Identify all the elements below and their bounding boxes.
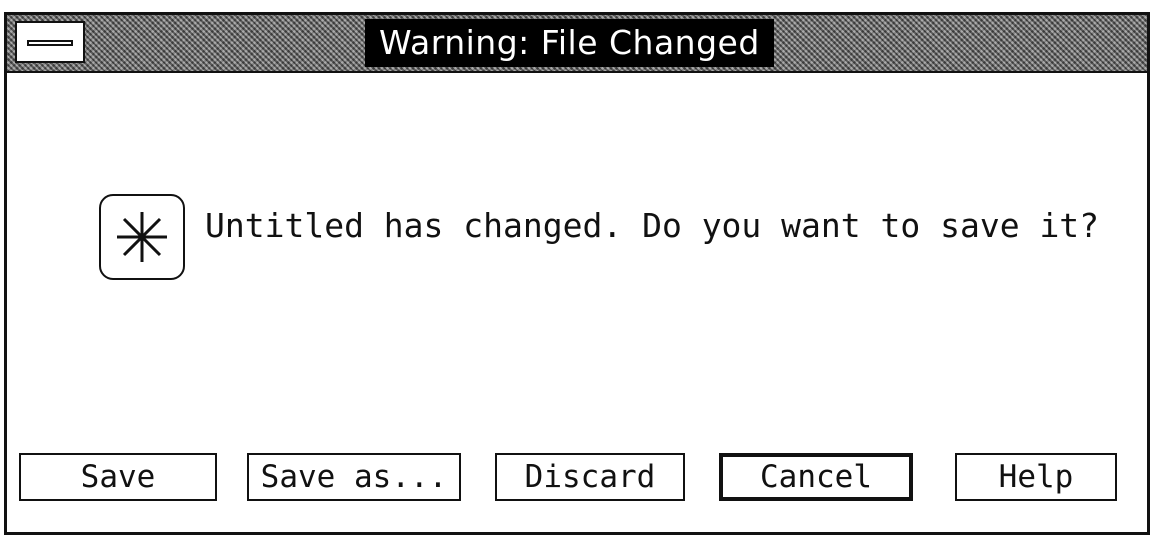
save-button[interactable]: Save: [19, 453, 217, 501]
discard-button[interactable]: Discard: [495, 453, 685, 501]
file-changed-dialog: Warning: File Changed Untitled has chang…: [4, 12, 1150, 535]
system-menu-icon: [27, 40, 73, 46]
asterisk-icon: [99, 194, 185, 280]
discard-label: Discard: [524, 459, 656, 495]
help-button[interactable]: Help: [955, 453, 1117, 501]
save-as-button[interactable]: Save as...: [247, 453, 461, 501]
message-area: Untitled has changed. Do you want to sav…: [99, 178, 1099, 280]
dialog-title: Warning: File Changed: [365, 19, 774, 67]
cancel-button[interactable]: Cancel: [719, 453, 913, 501]
dialog-message: Untitled has changed. Do you want to sav…: [205, 205, 1100, 245]
system-menu-button[interactable]: [15, 21, 85, 63]
asterisk-icon-glyph: [117, 212, 167, 262]
title-bar[interactable]: Warning: File Changed: [7, 15, 1147, 73]
save-as-label: Save as...: [260, 459, 448, 495]
